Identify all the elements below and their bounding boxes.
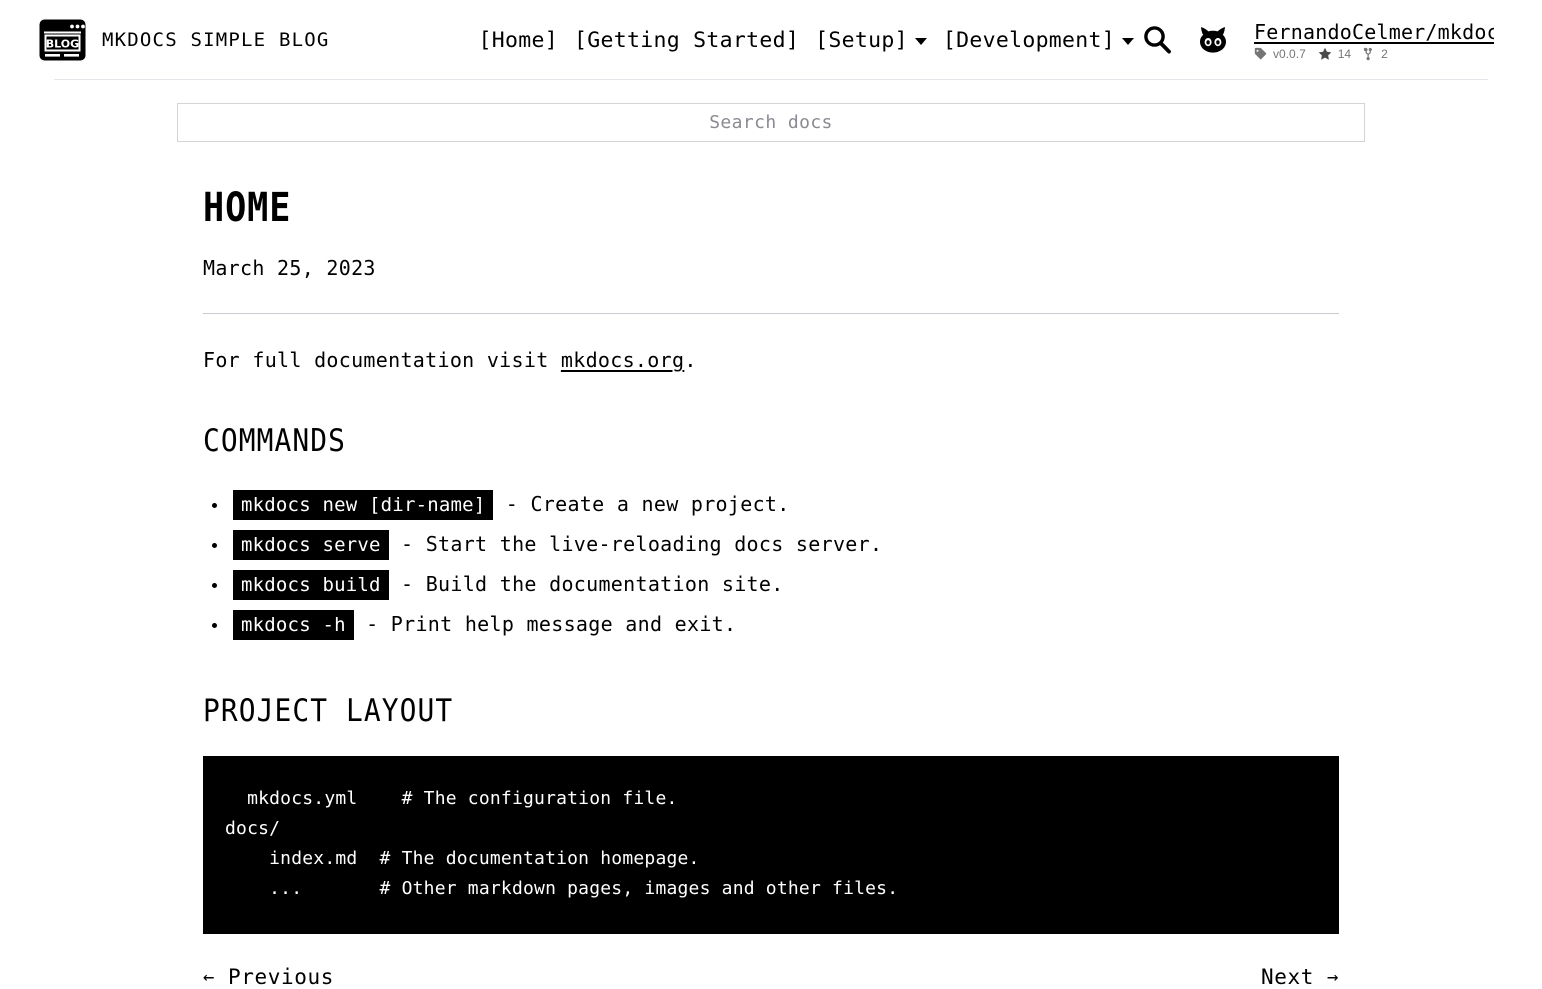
repo-stats: v0.0.7 14 2 — [1254, 47, 1393, 61]
site-header: BLOG MKDOCS SIMPLE BLOG [Home] [Getting … — [0, 0, 1542, 80]
repo-stars-stat: 14 — [1318, 47, 1351, 61]
repo-forks-stat: 2 — [1363, 47, 1388, 61]
github-octocat-icon[interactable] — [1196, 24, 1230, 56]
next-page-label: Next — [1260, 965, 1314, 989]
list-item: mkdocs -h - Print help message and exit. — [203, 605, 1339, 645]
intro-text-after: . — [684, 348, 697, 372]
command-code: mkdocs new [dir-name] — [233, 490, 494, 520]
previous-page-label: Previous — [228, 965, 334, 989]
nav-item-setup[interactable]: [Setup] — [809, 26, 933, 55]
chevron-down-icon — [914, 38, 927, 45]
search-icon[interactable] — [1140, 23, 1174, 57]
project-layout-heading: PROJECT LAYOUT — [203, 693, 454, 729]
brand-home-link[interactable]: BLOG MKDOCS SIMPLE BLOG — [38, 18, 330, 62]
intro-paragraph: For full documentation visit mkdocs.org. — [203, 345, 1339, 375]
article: HOME March 25, 2023 For full documentati… — [203, 186, 1339, 989]
nav-item-getting-started-label: [Getting Started] — [573, 27, 800, 53]
command-description: - Build the documentation site. — [388, 572, 784, 596]
command-description: - Start the live-reloading docs server. — [388, 532, 883, 556]
intro-text-before: For full documentation visit — [203, 348, 561, 372]
project-layout-codeblock: mkdocs.yml # The configuration file. doc… — [203, 756, 1339, 934]
command-description: - Create a new project. — [493, 492, 790, 516]
command-description: - Print help message and exit. — [353, 612, 737, 636]
header-right-group: FernandoCelmer/mkdoc v0.0.7 14 2 — [1140, 20, 1494, 61]
main-navigation: [Home] [Getting Started] [Setup] [Develo… — [473, 26, 1141, 55]
list-item: mkdocs new [dir-name] - Create a new pro… — [203, 485, 1339, 525]
nav-item-development[interactable]: [Development] — [937, 26, 1140, 55]
repo-version-stat: v0.0.7 — [1254, 47, 1306, 61]
repo-version-value: v0.0.7 — [1273, 46, 1306, 61]
search-input[interactable] — [177, 103, 1365, 142]
main-content: HOME March 25, 2023 For full documentati… — [203, 186, 1339, 989]
repo-info: FernandoCelmer/mkdoc v0.0.7 14 2 — [1254, 20, 1494, 61]
mkdocs-org-link[interactable]: mkdocs.org — [561, 348, 684, 372]
blog-window-icon: BLOG — [38, 18, 87, 62]
page-date: March 25, 2023 — [203, 256, 376, 280]
command-code: mkdocs serve — [233, 530, 389, 560]
nav-item-getting-started[interactable]: [Getting Started] — [568, 26, 805, 55]
commands-list: mkdocs new [dir-name] - Create a new pro… — [203, 485, 1339, 645]
nav-item-home[interactable]: [Home] — [473, 26, 564, 55]
chevron-down-icon — [1122, 38, 1135, 45]
nav-item-development-label: [Development] — [942, 27, 1116, 53]
next-page-link[interactable]: Next → — [1261, 965, 1339, 989]
repo-name-link[interactable]: FernandoCelmer/mkdoc — [1254, 20, 1494, 44]
previous-page-link[interactable]: ← Previous — [203, 965, 334, 989]
tag-icon — [1254, 47, 1267, 60]
page-title: HOME — [203, 185, 292, 231]
command-code: mkdocs -h — [233, 610, 354, 640]
arrow-left-icon: ← — [203, 965, 216, 988]
nav-item-setup-label: [Setup] — [815, 27, 908, 53]
star-icon — [1318, 47, 1332, 61]
arrow-right-icon: → — [1326, 965, 1339, 988]
content-divider — [203, 313, 1339, 314]
search-bar-row — [0, 80, 1542, 142]
repo-stars-value: 14 — [1337, 46, 1352, 61]
pager-navigation: ← Previous Next → — [203, 965, 1339, 989]
command-code: mkdocs build — [233, 570, 389, 600]
svg-text:BLOG: BLOG — [46, 37, 79, 50]
fork-icon — [1363, 47, 1375, 61]
site-title: MKDOCS SIMPLE BLOG — [102, 29, 330, 51]
commands-heading: COMMANDS — [203, 423, 347, 459]
list-item: mkdocs serve - Start the live-reloading … — [203, 525, 1339, 565]
nav-item-home-label: [Home] — [478, 27, 558, 53]
list-item: mkdocs build - Build the documentation s… — [203, 565, 1339, 605]
repo-forks-value: 2 — [1381, 46, 1388, 61]
